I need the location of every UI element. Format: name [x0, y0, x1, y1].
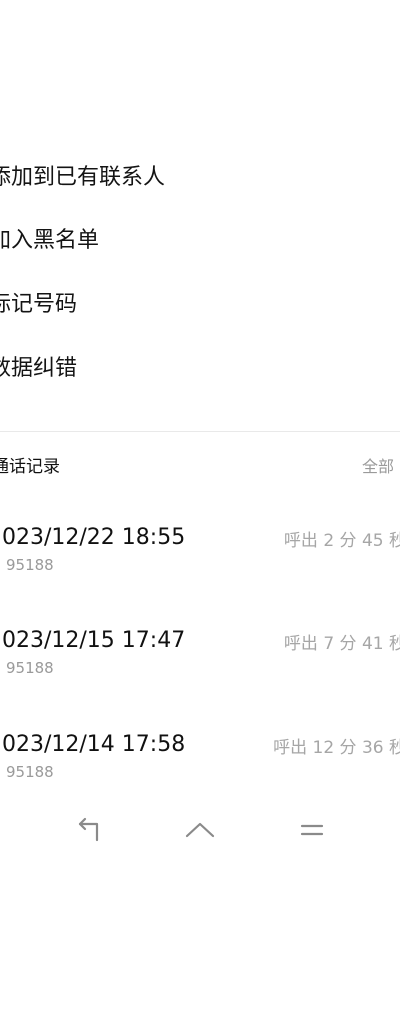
- call-log-title: 通话记录: [0, 457, 60, 477]
- menu-item-blacklist[interactable]: 加入黑名单: [0, 226, 99, 256]
- call-log-row[interactable]: 2023/12/14 17:58 95188 呼出 12 分 36 秒: [0, 730, 400, 800]
- call-number: 95188: [6, 556, 54, 574]
- call-time: 2023/12/22 18:55: [0, 525, 186, 550]
- system-nav-bar: [0, 808, 400, 852]
- menu-item-data-correction[interactable]: 数据纠错: [0, 354, 77, 384]
- call-log-row[interactable]: 2023/12/15 17:47 95188 呼出 7 分 41 秒: [0, 626, 400, 696]
- call-duration: 呼出 2 分 45 秒: [283, 531, 400, 551]
- call-duration: 呼出 12 分 36 秒: [273, 738, 400, 758]
- call-time: 2023/12/15 17:47: [0, 628, 186, 653]
- call-time: 2023/12/14 17:58: [0, 732, 186, 757]
- divider: [0, 431, 400, 432]
- home-icon[interactable]: [185, 816, 215, 844]
- call-duration: 呼出 7 分 41 秒: [283, 634, 400, 654]
- view-all-button[interactable]: 全部: [362, 455, 394, 479]
- menu-item-add-to-contact[interactable]: 添加到已有联系人: [0, 163, 165, 193]
- call-number: 95188: [6, 763, 54, 781]
- back-icon[interactable]: [75, 816, 105, 844]
- menu-item-mark-number[interactable]: 标记号码: [0, 290, 77, 320]
- call-number: 95188: [6, 659, 54, 677]
- menu-icon[interactable]: [297, 816, 327, 844]
- call-log-row[interactable]: 2023/12/22 18:55 95188 呼出 2 分 45 秒: [0, 523, 400, 593]
